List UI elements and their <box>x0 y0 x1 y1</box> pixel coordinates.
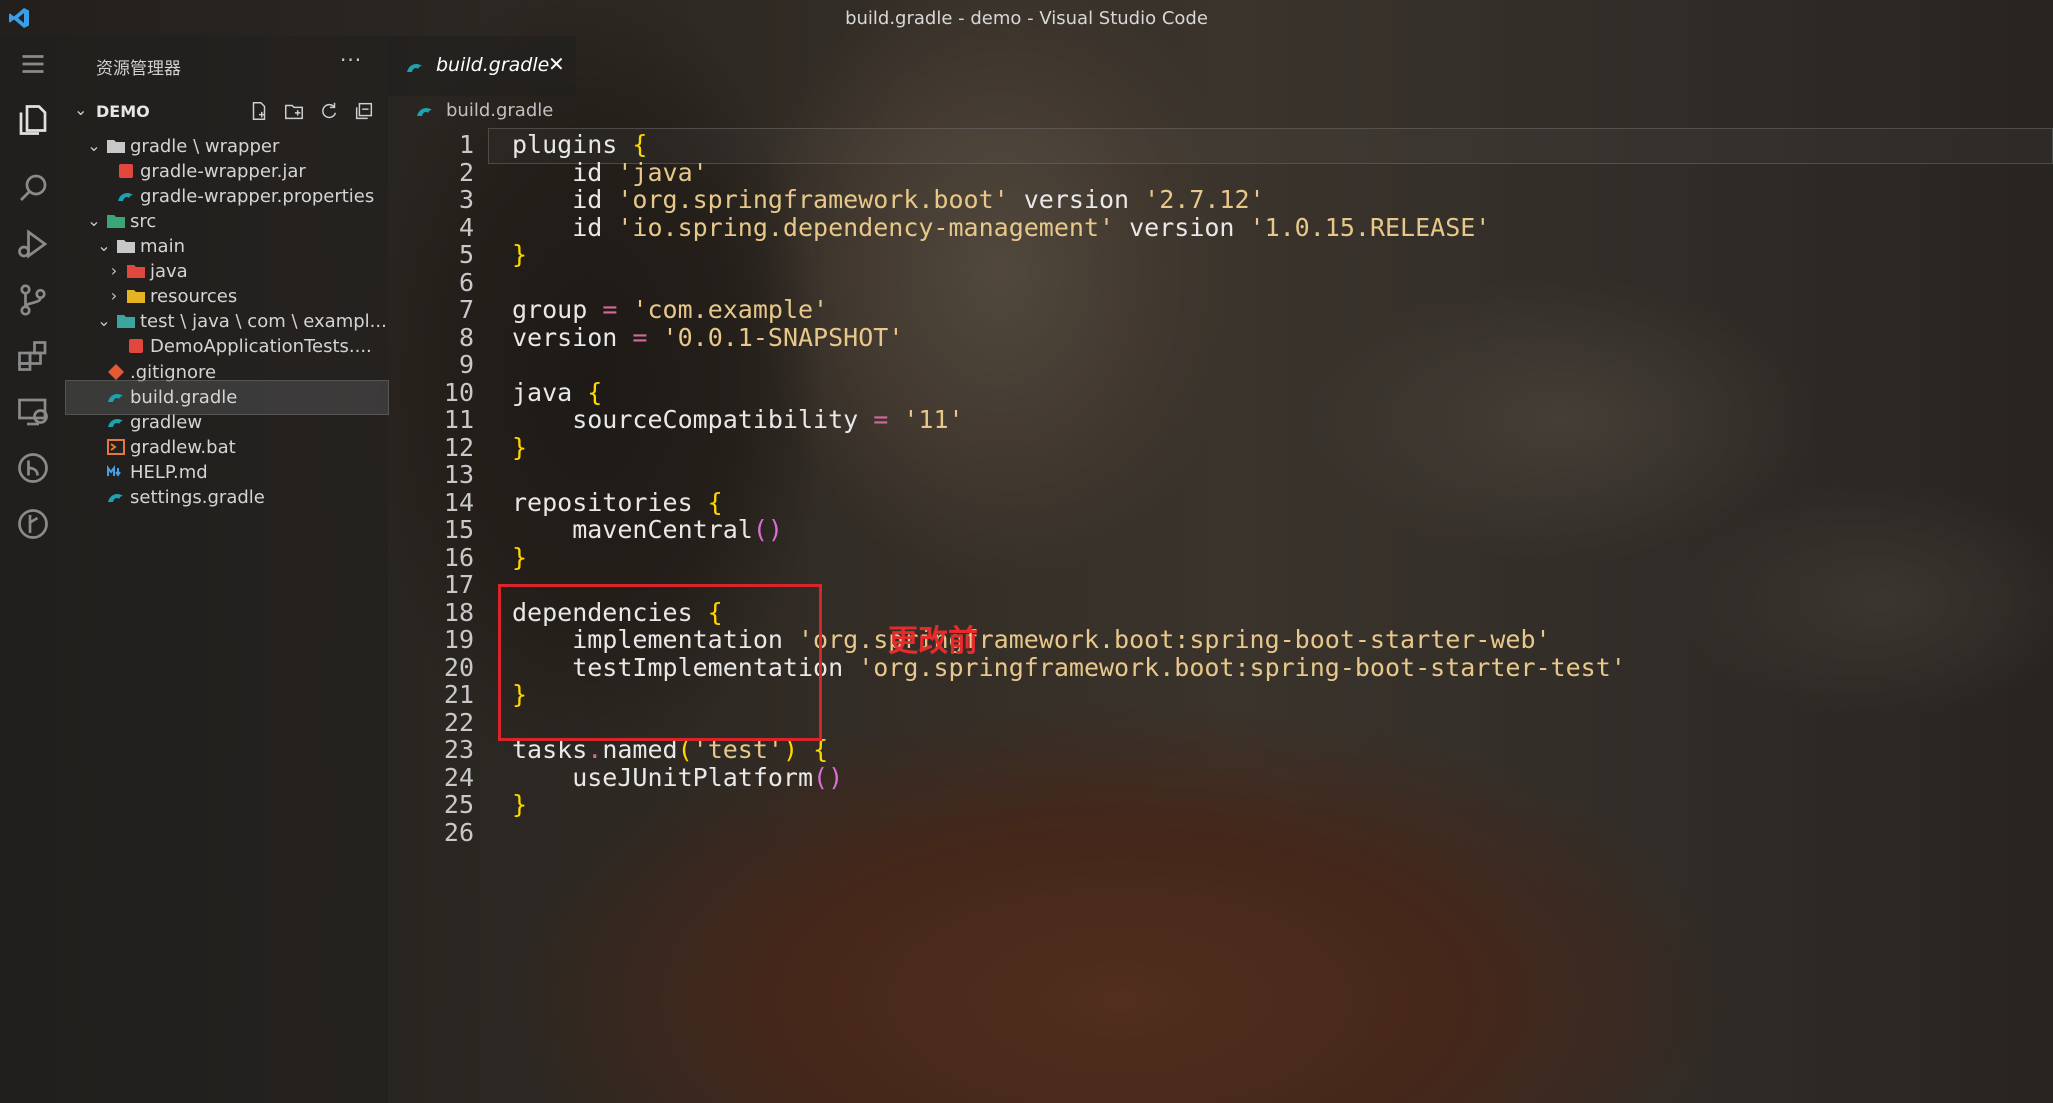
gradle-file-icon <box>108 394 123 402</box>
section-header-demo[interactable]: ⌄ DEMO <box>66 96 388 126</box>
gradle-file-icon <box>118 193 133 201</box>
git-graph-icon[interactable] <box>0 496 66 552</box>
title-bar: build.gradle - demo - Visual Studio Code <box>0 0 2053 36</box>
tree-item-label: gradlew.bat <box>130 437 236 458</box>
new-folder-icon[interactable] <box>281 98 307 124</box>
tree-item-label: gradle-wrapper.jar <box>140 161 306 182</box>
remote-explorer-icon[interactable] <box>0 384 66 440</box>
run-debug-icon[interactable] <box>0 216 66 272</box>
jar-icon <box>119 164 133 178</box>
tree-item-label: main <box>140 236 185 257</box>
chevron-right-icon: › <box>110 286 118 305</box>
tree-item-label: test \ java \ com \ exampl... <box>140 311 387 332</box>
chevron-down-icon: ⌄ <box>74 100 88 119</box>
close-icon[interactable]: ✕ <box>548 52 565 76</box>
src-folder-icon <box>107 215 125 228</box>
chevron-down-icon: ⌄ <box>87 211 101 230</box>
tree-item-label: DemoApplicationTests.... <box>150 336 372 357</box>
tree-item-label: settings.gradle <box>130 487 265 508</box>
tab-build-gradle[interactable]: build.gradle ✕ <box>388 36 576 96</box>
editor-area: build.gradle ✕ build.gradle 1 plugins {2 … <box>388 36 2053 1103</box>
explorer-sidebar: 资源管理器 ··· ⌄ DEMO ⌄ gradle \ wrapper grad… <box>65 36 389 1103</box>
breadcrumb-label: build.gradle <box>446 100 554 121</box>
activity-bar <box>0 36 66 1103</box>
window-title: build.gradle - demo - Visual Studio Code <box>845 8 1208 29</box>
resources-folder-icon <box>127 290 145 303</box>
refresh-icon[interactable] <box>316 98 342 124</box>
test-folder-icon <box>117 315 135 328</box>
gradle-file-icon <box>108 494 123 502</box>
extensions-icon[interactable] <box>0 328 66 384</box>
explorer-icon[interactable] <box>0 92 66 148</box>
annotation-highlight-box <box>498 584 822 741</box>
git-icon <box>108 364 124 380</box>
tree-item-label: .gitignore <box>130 362 217 383</box>
tree-item-label: HELP.md <box>130 462 208 483</box>
tree-item-label: java <box>150 261 188 282</box>
java-file-icon <box>129 339 143 353</box>
line-number: 26 <box>443 817 474 847</box>
markdown-icon <box>107 465 121 477</box>
gradle-icon[interactable] <box>0 440 66 496</box>
annotation-label: 更改前 <box>888 624 978 659</box>
section-label: DEMO <box>96 102 150 121</box>
tab-label: build.gradle <box>436 54 550 76</box>
terminal-file-icon <box>107 439 125 455</box>
chevron-right-icon: › <box>110 261 118 280</box>
chevron-down-icon: ⌄ <box>97 311 111 330</box>
chevron-down-icon: ⌄ <box>97 236 111 255</box>
tree-item-label: src <box>130 211 157 232</box>
folder-icon <box>117 240 135 253</box>
tree-item-label: gradle-wrapper.properties <box>140 186 375 207</box>
source-control-icon[interactable] <box>0 272 66 328</box>
search-icon[interactable] <box>0 160 66 216</box>
new-file-icon[interactable] <box>246 98 272 124</box>
gradle-file-icon <box>407 64 422 72</box>
gradle-file-icon <box>108 419 123 427</box>
tab-bar: build.gradle ✕ <box>388 36 2053 96</box>
folder-icon <box>107 140 125 153</box>
tree-item-settings-gradle[interactable]: settings.gradle <box>66 481 388 514</box>
collapse-all-icon[interactable] <box>351 98 377 124</box>
code-line[interactable]: 26 <box>388 816 2053 852</box>
java-folder-icon <box>127 265 145 278</box>
more-actions-button[interactable]: ··· <box>340 48 362 72</box>
chevron-down-icon: ⌄ <box>87 136 101 155</box>
tree-item-label: gradlew <box>130 412 203 433</box>
sidebar-title: 资源管理器 <box>96 59 181 79</box>
gradle-file-icon <box>417 108 432 116</box>
menu-icon[interactable] <box>0 36 66 92</box>
tree-item-label: build.gradle <box>130 387 238 408</box>
tree-item-label: gradle \ wrapper <box>130 136 280 157</box>
tree-item-label: resources <box>150 286 238 307</box>
